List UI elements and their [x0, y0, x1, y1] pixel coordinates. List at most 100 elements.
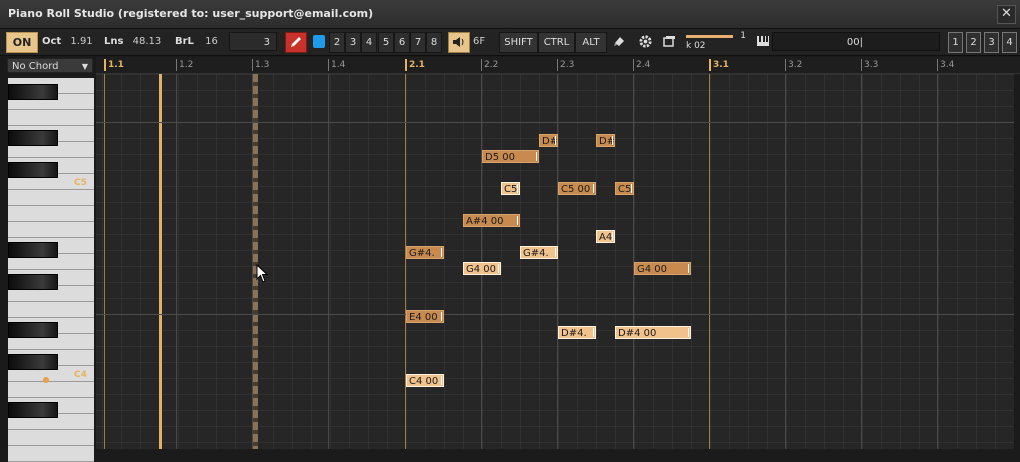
beat-line: [252, 74, 253, 449]
note-resize-handle[interactable]: [536, 152, 537, 161]
track-4-button[interactable]: 4: [1002, 32, 1017, 53]
white-key[interactable]: [8, 302, 94, 318]
note-resize-handle[interactable]: [441, 376, 442, 385]
midi-note[interactable]: G#4.: [406, 246, 444, 259]
piano-keyboard[interactable]: C5 C4: [0, 57, 96, 462]
midi-note[interactable]: E4 00: [406, 310, 444, 323]
midi-note[interactable]: D#: [596, 134, 615, 147]
black-key[interactable]: [8, 354, 58, 370]
note-resize-handle[interactable]: [688, 264, 689, 273]
midi-note[interactable]: A4: [596, 230, 615, 243]
note-resize-handle[interactable]: [631, 184, 632, 193]
midi-note[interactable]: G4 00: [463, 262, 501, 275]
step-number-box[interactable]: 3: [229, 32, 277, 51]
midi-note[interactable]: G4 00: [634, 262, 691, 275]
note-resize-handle[interactable]: [555, 136, 556, 145]
beat-line: [861, 74, 862, 449]
note-resize-handle[interactable]: [441, 312, 442, 321]
midi-note[interactable]: G#4.: [520, 246, 558, 259]
white-key[interactable]: [8, 190, 94, 206]
midi-note[interactable]: A#4 00: [463, 214, 520, 227]
channel-5-button[interactable]: 5: [378, 32, 394, 53]
midi-note[interactable]: C5 00: [558, 182, 596, 195]
black-key[interactable]: [8, 162, 58, 178]
note-resize-handle[interactable]: [593, 184, 594, 193]
note-resize-handle[interactable]: [555, 248, 556, 257]
black-key[interactable]: [8, 274, 58, 290]
velocity-slider-name: k 02: [686, 41, 706, 51]
gear-icon[interactable]: [636, 32, 654, 51]
ctrl-key-button[interactable]: CTRL: [538, 32, 575, 53]
channel-7-button[interactable]: 7: [410, 32, 426, 53]
channel-3-button[interactable]: 3: [345, 32, 361, 53]
black-key[interactable]: [8, 242, 58, 258]
midi-note[interactable]: D#: [539, 134, 558, 147]
vertical-scrollbar[interactable]: [1014, 74, 1020, 449]
on-toggle-button[interactable]: ON: [6, 32, 38, 53]
note-resize-handle[interactable]: [688, 328, 689, 337]
black-key[interactable]: [8, 84, 58, 100]
output-field[interactable]: 00|: [772, 32, 940, 51]
note-label: G4 00: [466, 264, 497, 275]
note-label: G#4.: [523, 248, 549, 259]
bar-length-control[interactable]: BrL 16: [175, 32, 218, 51]
bar-length-label: BrL: [175, 36, 194, 47]
note-resize-handle[interactable]: [517, 216, 518, 225]
white-key[interactable]: [8, 446, 94, 462]
volume-value[interactable]: 6F: [473, 32, 485, 51]
chord-select-value: No Chord: [12, 61, 59, 72]
lines-control[interactable]: Lns 48.13: [104, 32, 161, 51]
white-key[interactable]: [8, 430, 94, 446]
channel-4-button[interactable]: 4: [361, 32, 377, 53]
speaker-icon[interactable]: [448, 32, 470, 53]
loop-marker[interactable]: [253, 74, 258, 449]
close-icon[interactable]: ✕: [997, 5, 1016, 24]
black-key[interactable]: [8, 130, 58, 146]
note-resize-handle[interactable]: [441, 248, 442, 257]
channel-6-button[interactable]: 6: [394, 32, 410, 53]
alt-key-button[interactable]: ALT: [575, 32, 607, 53]
note-label: C4 00: [409, 376, 439, 387]
timeline-ruler[interactable]: 1.1 1.2 1.3 1.4 2.1 2.2 2.3 2.4 3.1 3.2 3.3 3.4: [96, 57, 1020, 74]
note-grid[interactable]: D# D# D5 00 C5 C5 00 C5 A#4 00 A4 G#4. G#4. G4 00 G…: [96, 74, 1014, 449]
playhead[interactable]: [159, 74, 162, 449]
octave-key-label: C4: [74, 370, 87, 380]
midi-note[interactable]: D#4 00: [615, 326, 691, 339]
window-icon[interactable]: [660, 32, 678, 51]
track-1-button[interactable]: 1: [948, 32, 963, 53]
velocity-slider[interactable]: 1 k 02: [684, 31, 748, 51]
midi-note[interactable]: C5: [615, 182, 634, 195]
midi-note[interactable]: D#4.: [558, 326, 596, 339]
note-label: G4 00: [637, 264, 668, 275]
octave-control[interactable]: Oct 1.91: [42, 32, 93, 51]
midi-note[interactable]: C4 00: [406, 374, 444, 387]
note-resize-handle[interactable]: [517, 184, 518, 193]
shift-key-button[interactable]: SHIFT: [499, 32, 538, 53]
midi-note[interactable]: C5: [501, 182, 520, 195]
bar-line: [405, 74, 406, 449]
piano-icon[interactable]: [756, 32, 770, 51]
pencil-icon[interactable]: [285, 32, 307, 53]
midi-note[interactable]: D5 00: [482, 150, 539, 163]
channel-8-button[interactable]: 8: [426, 32, 442, 53]
track-3-button[interactable]: 3: [984, 32, 999, 53]
track-2-button[interactable]: 2: [966, 32, 981, 53]
black-key[interactable]: [8, 322, 58, 338]
note-label: D#4 00: [618, 328, 657, 339]
black-key[interactable]: [8, 402, 58, 418]
note-resize-handle[interactable]: [612, 136, 613, 145]
eraser-icon[interactable]: [610, 32, 628, 51]
white-key[interactable]: [8, 222, 94, 238]
white-key[interactable]: [8, 110, 94, 126]
channel-2-button[interactable]: 2: [329, 32, 345, 53]
white-key[interactable]: [8, 206, 94, 222]
note-resize-handle[interactable]: [498, 264, 499, 273]
white-key[interactable]: [8, 382, 94, 398]
note-resize-handle[interactable]: [593, 328, 594, 337]
note-resize-handle[interactable]: [612, 232, 613, 241]
chord-select[interactable]: No Chord ▼: [7, 58, 93, 73]
lines-label: Lns: [104, 36, 124, 47]
channel-1-button[interactable]: [313, 35, 325, 48]
chevron-down-icon: ▼: [81, 62, 88, 71]
ruler-tick-label: 3.1: [709, 59, 729, 71]
